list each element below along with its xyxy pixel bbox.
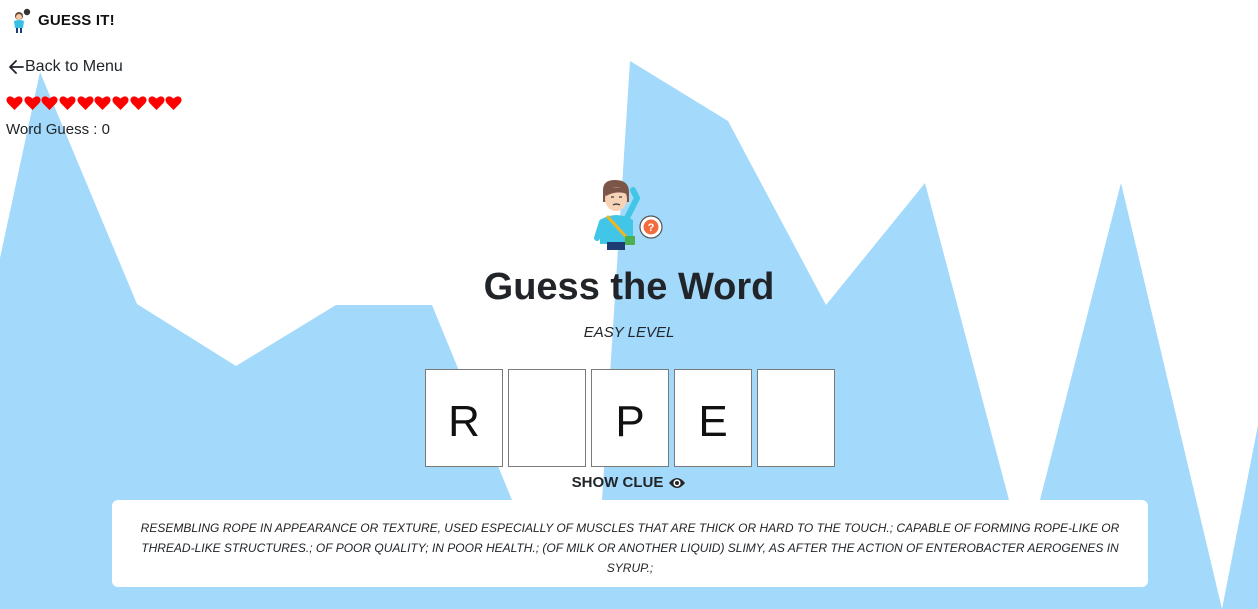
show-clue-row: SHOW CLUE bbox=[0, 474, 1258, 491]
word-guess-counter: Word Guess : 0 bbox=[6, 121, 110, 138]
clue-text: RESEMBLING ROPE IN APPEARANCE OR TEXTURE… bbox=[140, 521, 1120, 575]
eye-icon bbox=[669, 477, 686, 488]
page-title: Guess the Word bbox=[483, 266, 775, 308]
brand[interactable]: GUESS IT! bbox=[10, 6, 115, 34]
letter-tiles: R P E bbox=[425, 369, 835, 467]
heart-icon bbox=[94, 96, 112, 110]
back-to-menu-link[interactable]: Back to Menu bbox=[9, 58, 123, 76]
heart-icon bbox=[147, 96, 165, 110]
brand-title: GUESS IT! bbox=[38, 11, 115, 29]
lives-hearts bbox=[6, 95, 183, 110]
heart-icon bbox=[165, 96, 182, 110]
thinking-person-icon bbox=[14, 8, 31, 33]
letter-tile-5[interactable] bbox=[757, 369, 835, 467]
game-screen: GUESS IT! Back to Menu Word Guess : 0 ? bbox=[0, 0, 1258, 609]
letter-tile-3[interactable]: P bbox=[591, 369, 669, 467]
letter-tile-1[interactable]: R bbox=[425, 369, 503, 467]
arrow-left-icon bbox=[9, 60, 24, 74]
clue-box: RESEMBLING ROPE IN APPEARANCE OR TEXTURE… bbox=[112, 500, 1148, 587]
show-clue-button[interactable]: SHOW CLUE bbox=[572, 474, 687, 491]
heart-icon bbox=[130, 96, 147, 110]
show-clue-label: SHOW CLUE bbox=[571, 474, 664, 491]
svg-text:?: ? bbox=[648, 222, 655, 234]
heart-icon bbox=[77, 96, 94, 110]
difficulty-level: EASY LEVEL bbox=[583, 324, 675, 341]
heart-icon bbox=[41, 96, 58, 110]
back-to-menu-label: Back to Menu bbox=[25, 58, 123, 75]
confused-person-icon: ? bbox=[594, 180, 663, 250]
heart-icon bbox=[6, 96, 23, 110]
letter-tile-2[interactable] bbox=[508, 369, 586, 467]
letter-tile-4[interactable]: E bbox=[674, 369, 752, 467]
heart-icon bbox=[59, 96, 76, 110]
heart-icon bbox=[24, 96, 41, 110]
heart-icon bbox=[112, 96, 129, 110]
